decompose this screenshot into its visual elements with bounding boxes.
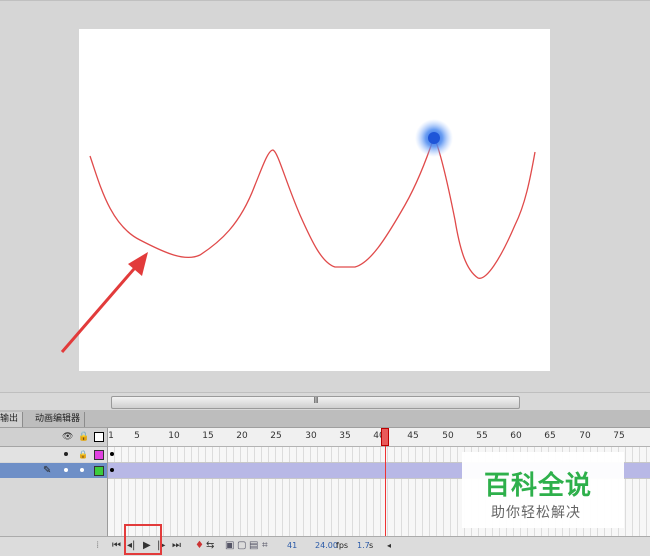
layer-lock-icon[interactable]: 🔒 bbox=[78, 450, 88, 459]
frame-rate-field[interactable]: 24.00 bbox=[315, 541, 338, 550]
watermark: 百科全说 助你轻松解决 bbox=[462, 452, 624, 528]
onion-skin-icon[interactable]: ▣ bbox=[225, 540, 234, 552]
layer-list: 👁 🔒 🔒 ✎ bbox=[0, 428, 108, 536]
annotation-arrow-stage bbox=[60, 252, 148, 353]
scrollbar-grip: III bbox=[313, 396, 318, 405]
layer-row-selected[interactable]: ✎ bbox=[0, 463, 107, 478]
elapsed-time-field[interactable]: 1.7 bbox=[357, 541, 370, 550]
annotation-highlight-box bbox=[124, 524, 162, 555]
ruler-tick: 30 bbox=[305, 431, 317, 441]
center-frame-icon[interactable]: ♦ bbox=[195, 540, 204, 552]
keyframe-marker[interactable] bbox=[110, 452, 114, 456]
ruler-tick: 1 bbox=[108, 431, 114, 441]
tab-motion-editor[interactable]: 动画编辑器 bbox=[31, 412, 86, 427]
ruler-tick: 50 bbox=[442, 431, 454, 441]
loop-icon[interactable]: ⇆ bbox=[206, 540, 214, 552]
ruler-tick: 15 bbox=[202, 431, 214, 441]
visibility-dot-icon[interactable] bbox=[64, 468, 68, 472]
fps-unit-label: fps bbox=[336, 541, 349, 550]
scroll-left-icon[interactable]: ◂ bbox=[387, 540, 391, 552]
layer-row[interactable]: 🔒 bbox=[0, 447, 107, 462]
pencil-icon: ✎ bbox=[43, 465, 52, 476]
playhead-handle[interactable] bbox=[381, 428, 389, 446]
ruler-tick: 45 bbox=[407, 431, 419, 441]
eye-icon[interactable]: 👁 bbox=[62, 432, 73, 442]
watermark-title: 百科全说 bbox=[484, 471, 593, 501]
panel-tab-bar: 输出 动画编辑器 bbox=[0, 410, 650, 428]
visibility-dot-icon[interactable] bbox=[64, 452, 68, 456]
watermark-subtitle: 助你轻松解决 bbox=[491, 505, 581, 521]
tab-output[interactable]: 输出 bbox=[0, 412, 24, 427]
go-to-first-frame-icon[interactable]: ⏮ bbox=[112, 540, 121, 552]
ruler-tick: 35 bbox=[339, 431, 351, 441]
layer-color-swatch[interactable] bbox=[94, 466, 104, 476]
ruler-tick: 75 bbox=[613, 431, 625, 441]
panel-grip-icon: ⁞ bbox=[96, 540, 100, 551]
onion-outline-icon[interactable]: ▢ bbox=[237, 540, 246, 552]
layer-header: 👁 🔒 bbox=[0, 428, 107, 447]
ruler-tick: 25 bbox=[270, 431, 282, 441]
lock-icon[interactable]: 🔒 bbox=[78, 432, 89, 442]
layer-color-swatch[interactable] bbox=[94, 450, 104, 460]
ruler-tick: 55 bbox=[476, 431, 488, 441]
ruler-tick: 10 bbox=[168, 431, 180, 441]
ruler-tick: 5 bbox=[134, 431, 140, 441]
ruler-tick: 65 bbox=[544, 431, 556, 441]
go-to-last-frame-icon[interactable]: ⏭ bbox=[172, 540, 181, 552]
motion-path[interactable] bbox=[89, 135, 536, 279]
timeline-controls: ⁞ ⏮ ◂| ▶ |▸ ⏭ ♦ ⇆ ▣ ▢ ▤ ⌗ 41 24.00 fps 1… bbox=[0, 536, 650, 556]
frame-ruler[interactable]: 1 5 10 15 20 25 30 35 40 45 50 55 60 65 … bbox=[108, 428, 650, 447]
outline-toggle-icon[interactable] bbox=[94, 432, 104, 442]
ruler-tick: 20 bbox=[236, 431, 248, 441]
ruler-tick: 70 bbox=[579, 431, 591, 441]
edit-multiple-frames-icon[interactable]: ▤ bbox=[249, 540, 258, 552]
ball[interactable] bbox=[428, 132, 440, 144]
time-unit-label: s bbox=[369, 541, 374, 550]
current-frame-field[interactable]: 41 bbox=[287, 541, 297, 550]
keyframe-marker[interactable] bbox=[110, 468, 114, 472]
scrollbar-thumb[interactable]: III bbox=[111, 396, 520, 409]
ruler-tick: 60 bbox=[510, 431, 522, 441]
lock-dot-icon[interactable] bbox=[80, 468, 84, 472]
stage-horizontal-scrollbar[interactable]: III bbox=[0, 392, 650, 411]
onion-markers-icon[interactable]: ⌗ bbox=[262, 540, 268, 552]
